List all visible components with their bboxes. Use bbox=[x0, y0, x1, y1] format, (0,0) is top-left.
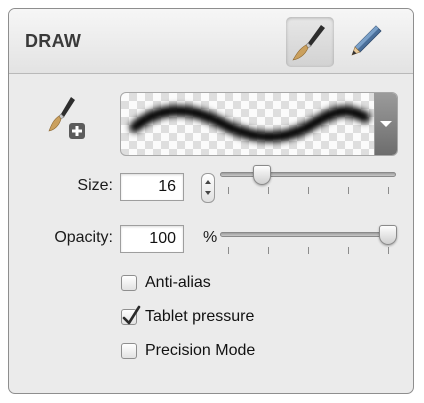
slider-tick bbox=[388, 187, 389, 194]
opacity-input[interactable] bbox=[120, 225, 184, 253]
opacity-slider-thumb[interactable] bbox=[379, 225, 397, 245]
stepper-up-icon bbox=[205, 180, 211, 184]
slider-tick bbox=[228, 247, 229, 254]
size-label: Size: bbox=[77, 177, 113, 194]
slider-tick bbox=[348, 247, 349, 254]
slider-tick bbox=[228, 187, 229, 194]
chevron-down-icon bbox=[380, 121, 392, 127]
tablet-pressure-label: Tablet pressure bbox=[145, 308, 255, 325]
size-slider-thumb[interactable] bbox=[252, 165, 271, 185]
add-brush-button[interactable] bbox=[47, 95, 93, 147]
opacity-unit: % bbox=[203, 229, 218, 246]
anti-alias-label: Anti-alias bbox=[145, 274, 211, 291]
slider-tick bbox=[268, 247, 269, 254]
pencil-tool-button[interactable] bbox=[343, 17, 391, 67]
brush-preview-dropdown[interactable] bbox=[120, 92, 398, 156]
opacity-slider-track bbox=[220, 232, 396, 237]
precision-mode-checkbox[interactable] bbox=[121, 343, 137, 359]
add-brush-icon bbox=[48, 97, 85, 139]
slider-tick bbox=[348, 187, 349, 194]
draw-panel: DRAW Size: 16 Opacity: 100 % Anti-alias … bbox=[8, 8, 414, 394]
opacity-label: Opacity: bbox=[54, 229, 113, 246]
stepper-down-icon bbox=[205, 191, 211, 195]
checkmark-icon bbox=[122, 305, 141, 325]
slider-tick bbox=[268, 187, 269, 194]
size-slider[interactable] bbox=[220, 163, 396, 197]
slider-tick bbox=[308, 247, 309, 254]
size-stepper[interactable] bbox=[201, 173, 215, 203]
size-input[interactable] bbox=[120, 173, 184, 201]
slider-tick bbox=[308, 187, 309, 194]
brush-stroke-preview bbox=[129, 105, 371, 143]
pencil-icon bbox=[351, 25, 382, 56]
tablet-pressure-checkbox[interactable] bbox=[121, 305, 141, 325]
slider-tick bbox=[388, 247, 389, 254]
precision-mode-label: Precision Mode bbox=[145, 342, 256, 359]
panel-header: DRAW bbox=[9, 9, 413, 74]
opacity-slider[interactable] bbox=[220, 223, 397, 257]
brush-dropdown-arrow[interactable] bbox=[374, 93, 397, 155]
anti-alias-checkbox[interactable] bbox=[121, 275, 137, 291]
paintbrush-icon bbox=[292, 25, 325, 61]
paintbrush-tool-button[interactable] bbox=[286, 17, 334, 67]
panel-title: DRAW bbox=[25, 31, 82, 51]
size-slider-track bbox=[220, 172, 396, 177]
